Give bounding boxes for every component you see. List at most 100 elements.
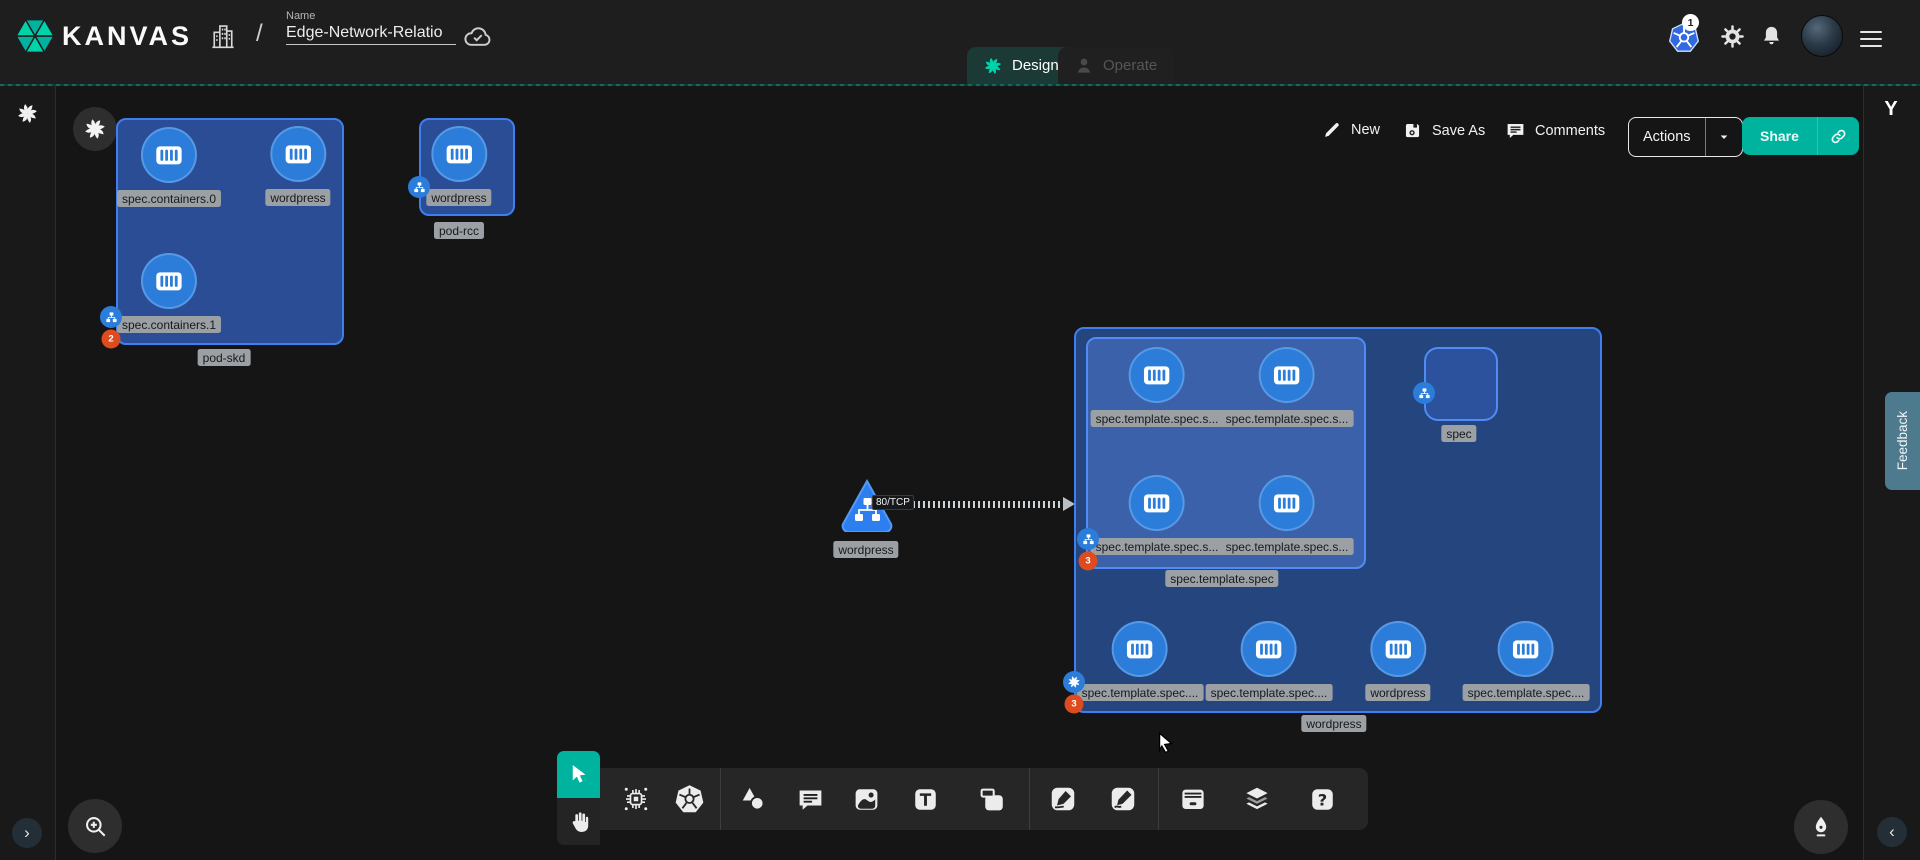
- node-label: spec.template.spec....: [1463, 684, 1590, 701]
- kubernetes-tool-button[interactable]: [667, 777, 711, 821]
- user-avatar[interactable]: [1801, 15, 1843, 57]
- kanvas-logo-icon: [14, 15, 56, 57]
- container-node-wordpress-rcc[interactable]: wordpress: [426, 126, 491, 206]
- k8s-context-button[interactable]: 1: [1668, 22, 1700, 54]
- container-circle: [1129, 347, 1185, 403]
- spec-node-label: spec: [1441, 425, 1476, 442]
- container-circle: [1259, 347, 1315, 403]
- notifications-button[interactable]: [1759, 24, 1784, 49]
- deployment-collapse-badge[interactable]: [1063, 671, 1085, 693]
- comment-tool-button[interactable]: [788, 777, 832, 821]
- share-button-group[interactable]: Share: [1742, 117, 1859, 155]
- organization-button[interactable]: [208, 21, 238, 51]
- container-node-wordpress-1[interactable]: wordpress: [265, 126, 330, 206]
- shapes-icon: [738, 784, 768, 814]
- deployment-group-label: wordpress: [1301, 715, 1366, 732]
- sketch-tool-button[interactable]: [1101, 777, 1145, 821]
- actions-label: Actions: [1643, 129, 1691, 145]
- pen-nib-icon: [1808, 814, 1834, 840]
- template-group-count-badge: 3: [1079, 552, 1098, 571]
- container-node-deploy-2[interactable]: wordpress: [1365, 621, 1430, 701]
- caret-down-icon: [1716, 129, 1732, 145]
- actions-main[interactable]: Actions: [1629, 118, 1705, 156]
- comment-icon: [796, 785, 825, 814]
- drawer-tool-button[interactable]: [1171, 777, 1215, 821]
- expand-right-panel-button[interactable]: ‹: [1877, 817, 1907, 847]
- pod-rcc-connection-badge[interactable]: [408, 176, 430, 198]
- layers-icon: [1242, 784, 1272, 814]
- layers-tool-button[interactable]: [1235, 777, 1279, 821]
- node-label: wordpress: [426, 189, 491, 206]
- container-node-spec-containers-1[interactable]: spec.containers.1: [117, 253, 221, 333]
- canvas-spiral-button[interactable]: [73, 107, 117, 151]
- actions-dropdown[interactable]: Actions: [1628, 117, 1743, 157]
- expand-left-panel-button[interactable]: ›: [12, 818, 42, 848]
- container-icon: [153, 265, 185, 297]
- text-tool-button[interactable]: [903, 777, 947, 821]
- app-header: KANVAS / Name Design Operate 1: [0, 0, 1920, 84]
- image-icon: [852, 785, 881, 814]
- container-node-deploy-1[interactable]: spec.template.spec....: [1206, 621, 1333, 701]
- template-group-connection-badge[interactable]: [1077, 528, 1099, 550]
- container-node-spec-containers-0[interactable]: spec.containers.0: [117, 127, 221, 207]
- pen-tool-button[interactable]: [1041, 777, 1085, 821]
- components-tool-button[interactable]: [614, 777, 658, 821]
- y-tool-icon[interactable]: Y: [1877, 98, 1905, 121]
- service-edge[interactable]: [893, 501, 1064, 508]
- spiral-flower-icon: [83, 117, 107, 141]
- menu-button[interactable]: [1860, 26, 1882, 52]
- tab-operate[interactable]: Operate: [1058, 47, 1173, 84]
- meshery-spiral-icon[interactable]: [16, 102, 39, 125]
- gear-icon: [1719, 23, 1746, 50]
- spiral-icon: [1067, 675, 1081, 689]
- annotate-pen-button[interactable]: [1794, 800, 1848, 854]
- left-sidebar: [0, 86, 56, 860]
- comments-button[interactable]: Comments: [1505, 120, 1605, 141]
- toolbar-divider: [1158, 768, 1159, 830]
- note-tool-button[interactable]: [970, 777, 1014, 821]
- shapes-tool-button[interactable]: [731, 777, 775, 821]
- link-icon: [1829, 127, 1848, 146]
- settings-button[interactable]: [1719, 23, 1746, 50]
- save-as-button[interactable]: Save As: [1402, 120, 1485, 141]
- select-tool-button[interactable]: [557, 751, 600, 798]
- comment-icon: [1505, 120, 1526, 141]
- container-node-template-2[interactable]: spec.template.spec.s...: [1091, 475, 1224, 555]
- container-node-template-0[interactable]: spec.template.spec.s...: [1091, 347, 1224, 427]
- pod-skd-count-badge: 2: [102, 330, 121, 349]
- pan-tool-button[interactable]: [557, 798, 600, 845]
- sitemap-icon: [105, 311, 118, 324]
- help-tool-button[interactable]: [1300, 777, 1344, 821]
- zoom-search-button[interactable]: [68, 799, 122, 853]
- actions-caret[interactable]: [1706, 118, 1742, 156]
- container-icon: [1271, 487, 1303, 519]
- node-label: spec.containers.0: [117, 190, 221, 207]
- container-icon: [1124, 633, 1156, 665]
- copy-link-button[interactable]: [1818, 127, 1859, 146]
- container-icon: [1271, 359, 1303, 391]
- feedback-tab[interactable]: Feedback: [1885, 392, 1920, 490]
- pointer-tool-column: [557, 751, 600, 845]
- container-node-template-1[interactable]: spec.template.spec.s...: [1221, 347, 1354, 427]
- image-tool-button[interactable]: [844, 777, 888, 821]
- container-node-deploy-0[interactable]: spec.template.spec....: [1077, 621, 1204, 701]
- tab-design-label: Design: [1012, 57, 1059, 74]
- node-label: spec.template.spec.s...: [1221, 538, 1354, 555]
- note-icon: [978, 785, 1007, 814]
- feedback-label: Feedback: [1895, 411, 1910, 470]
- save-status-button[interactable]: [462, 25, 494, 49]
- comments-label: Comments: [1535, 123, 1605, 139]
- spec-node-connection-badge[interactable]: [1413, 382, 1435, 404]
- mouse-cursor-icon: [1152, 730, 1178, 756]
- pencil-icon: [1322, 120, 1342, 140]
- container-node-template-3[interactable]: spec.template.spec.s...: [1221, 475, 1354, 555]
- spec-node[interactable]: [1424, 347, 1498, 421]
- design-name-input[interactable]: [286, 22, 456, 45]
- pod-skd-connection-badge[interactable]: [100, 306, 122, 328]
- question-icon: [1308, 785, 1337, 814]
- container-node-deploy-3[interactable]: spec.template.spec....: [1463, 621, 1590, 701]
- hand-icon: [566, 809, 592, 835]
- share-button[interactable]: Share: [1742, 128, 1817, 144]
- new-button[interactable]: New: [1322, 120, 1380, 140]
- container-circle: [1241, 621, 1297, 677]
